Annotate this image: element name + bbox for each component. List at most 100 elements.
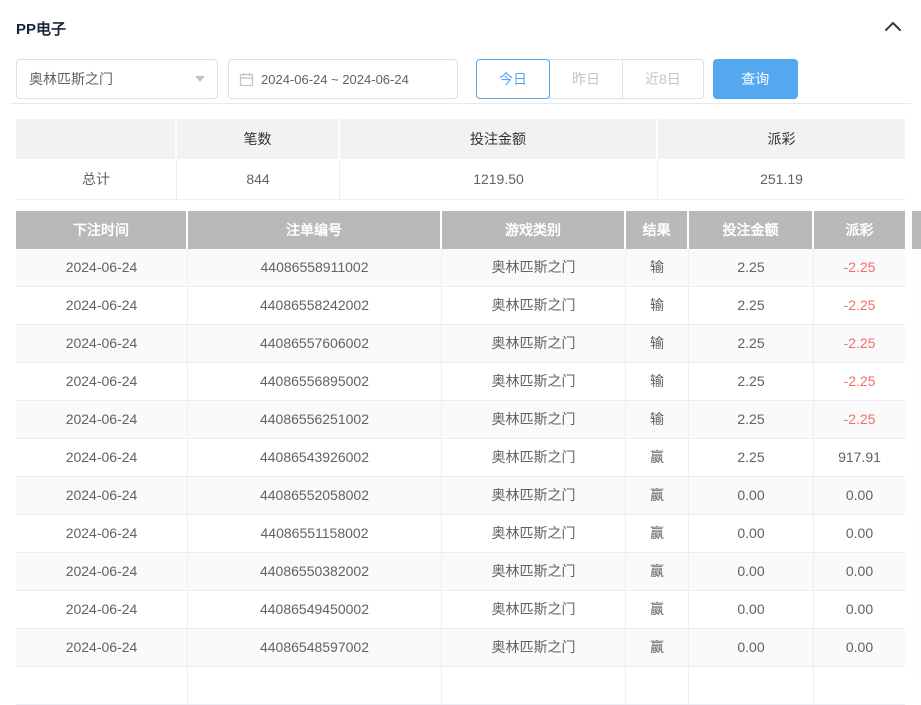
summary-total-count: 844 [177, 159, 340, 199]
date-range-value: 2024-06-24 ~ 2024-06-24 [261, 72, 409, 87]
table-row: 2024-06-2444086552058002奥林匹斯之门赢0.000.00 [16, 477, 905, 515]
table-header-row: 下注时间 注单编号 游戏类别 结果 投注金额 派彩 [16, 211, 905, 249]
scrollbar-track[interactable] [912, 211, 921, 680]
bet-time-cell: 2024-06-24 [16, 439, 188, 476]
result-cell: 赢 [626, 629, 689, 666]
collapse-button[interactable] [883, 18, 903, 34]
result-cell: 赢 [626, 553, 689, 590]
game-type-cell: 奥林匹斯之门 [442, 629, 626, 666]
col-header-bet-time: 下注时间 [16, 211, 188, 249]
payout-cell: 0.00 [814, 477, 905, 514]
payout-cell: -2.25 [814, 325, 905, 362]
bet-amount-cell: 2.25 [689, 363, 814, 400]
bet-amount-cell: 0.00 [689, 553, 814, 590]
quick-button-today[interactable]: 今日 [476, 59, 550, 99]
game-type-cell: 奥林匹斯之门 [442, 477, 626, 514]
result-cell: 输 [626, 363, 689, 400]
payout-cell: 0.00 [814, 553, 905, 590]
summary-total-row: 总计 844 1219.50 251.19 [16, 159, 905, 200]
empty-cell [442, 667, 626, 704]
result-cell: 赢 [626, 591, 689, 628]
game-type-cell: 奥林匹斯之门 [442, 325, 626, 362]
bet-time-cell: 2024-06-24 [16, 287, 188, 324]
order-id-cell: 44086549450002 [188, 591, 442, 628]
table-row: 2024-06-2444086543926002奥林匹斯之门赢2.25917.9… [16, 439, 905, 477]
order-id-cell: 44086558242002 [188, 287, 442, 324]
result-cell: 输 [626, 401, 689, 438]
summary-header-empty [16, 119, 177, 159]
game-select[interactable]: 奥林匹斯之门 [16, 59, 218, 99]
table-row: 2024-06-2444086548597002奥林匹斯之门赢0.000.00 [16, 629, 905, 667]
chevron-up-icon [884, 20, 902, 32]
game-type-cell: 奥林匹斯之门 [442, 249, 626, 286]
result-cell: 输 [626, 249, 689, 286]
order-id-cell: 44086556251002 [188, 401, 442, 438]
divider [10, 103, 911, 104]
result-cell: 输 [626, 287, 689, 324]
bet-time-cell: 2024-06-24 [16, 325, 188, 362]
empty-cell [626, 667, 689, 704]
game-type-cell: 奥林匹斯之门 [442, 401, 626, 438]
summary-header-bet-amount: 投注金额 [340, 119, 658, 159]
result-cell: 赢 [626, 477, 689, 514]
table-row: 2024-06-2444086557606002奥林匹斯之门输2.25-2.25 [16, 325, 905, 363]
bet-time-cell: 2024-06-24 [16, 515, 188, 552]
payout-cell: 917.91 [814, 439, 905, 476]
summary-table: 笔数 投注金额 派彩 总计 844 1219.50 251.19 [16, 119, 905, 200]
game-type-cell: 奥林匹斯之门 [442, 515, 626, 552]
filter-bar: 奥林匹斯之门 2024-06-24 ~ 2024-06-24 今日 昨日 近8日… [16, 59, 798, 99]
order-id-cell: 44086557606002 [188, 325, 442, 362]
game-type-cell: 奥林匹斯之门 [442, 439, 626, 476]
bet-amount-cell: 0.00 [689, 591, 814, 628]
col-header-order-id: 注单编号 [188, 211, 442, 249]
bet-amount-cell: 0.00 [689, 515, 814, 552]
bet-time-cell: 2024-06-24 [16, 629, 188, 666]
payout-cell: -2.25 [814, 249, 905, 286]
table-row: 2024-06-2444086558242002奥林匹斯之门输2.25-2.25 [16, 287, 905, 325]
order-id-cell: 44086551158002 [188, 515, 442, 552]
table-row: 2024-06-2444086549450002奥林匹斯之门赢0.000.00 [16, 591, 905, 629]
search-button[interactable]: 查询 [713, 59, 798, 99]
scrollbar-gutter-header [912, 211, 921, 249]
table-body: 2024-06-2444086558911002奥林匹斯之门输2.25-2.25… [16, 249, 905, 705]
result-cell: 输 [626, 325, 689, 362]
order-id-cell: 44086558911002 [188, 249, 442, 286]
empty-cell [16, 667, 188, 704]
result-cell: 赢 [626, 439, 689, 476]
order-id-cell: 44086543926002 [188, 439, 442, 476]
col-header-result: 结果 [626, 211, 689, 249]
date-range-input[interactable]: 2024-06-24 ~ 2024-06-24 [228, 59, 458, 99]
quick-button-yesterday[interactable]: 昨日 [549, 59, 623, 99]
table-row: 2024-06-2444086556251002奥林匹斯之门输2.25-2.25 [16, 401, 905, 439]
bet-time-cell: 2024-06-24 [16, 553, 188, 590]
game-type-cell: 奥林匹斯之门 [442, 287, 626, 324]
bet-time-cell: 2024-06-24 [16, 401, 188, 438]
bet-amount-cell: 2.25 [689, 439, 814, 476]
quick-button-last8days[interactable]: 近8日 [622, 59, 704, 99]
payout-cell: 0.00 [814, 591, 905, 628]
order-id-cell: 44086550382002 [188, 553, 442, 590]
col-header-payout: 派彩 [814, 211, 905, 249]
summary-header-count: 笔数 [177, 119, 340, 159]
quick-range-group: 今日 昨日 近8日 [476, 59, 704, 99]
order-id-cell: 44086556895002 [188, 363, 442, 400]
summary-header-row: 笔数 投注金额 派彩 [16, 119, 905, 159]
table-row: 2024-06-2444086550382002奥林匹斯之门赢0.000.00 [16, 553, 905, 591]
col-header-game-type: 游戏类别 [442, 211, 626, 249]
bet-amount-cell: 2.25 [689, 249, 814, 286]
order-id-cell: 44086552058002 [188, 477, 442, 514]
empty-cell [188, 667, 442, 704]
bet-time-cell: 2024-06-24 [16, 363, 188, 400]
bet-time-cell: 2024-06-24 [16, 249, 188, 286]
records-table: 下注时间 注单编号 游戏类别 结果 投注金额 派彩 2024-06-244408… [16, 211, 905, 705]
empty-cell [689, 667, 814, 704]
summary-total-payout: 251.19 [658, 159, 905, 199]
table-row: 2024-06-2444086551158002奥林匹斯之门赢0.000.00 [16, 515, 905, 553]
bet-amount-cell: 0.00 [689, 477, 814, 514]
table-row-partial [16, 667, 905, 705]
payout-cell: 0.00 [814, 629, 905, 666]
summary-header-payout: 派彩 [658, 119, 905, 159]
payout-cell: -2.25 [814, 401, 905, 438]
page-title: PP电子 [16, 18, 66, 39]
calendar-icon [239, 72, 254, 87]
